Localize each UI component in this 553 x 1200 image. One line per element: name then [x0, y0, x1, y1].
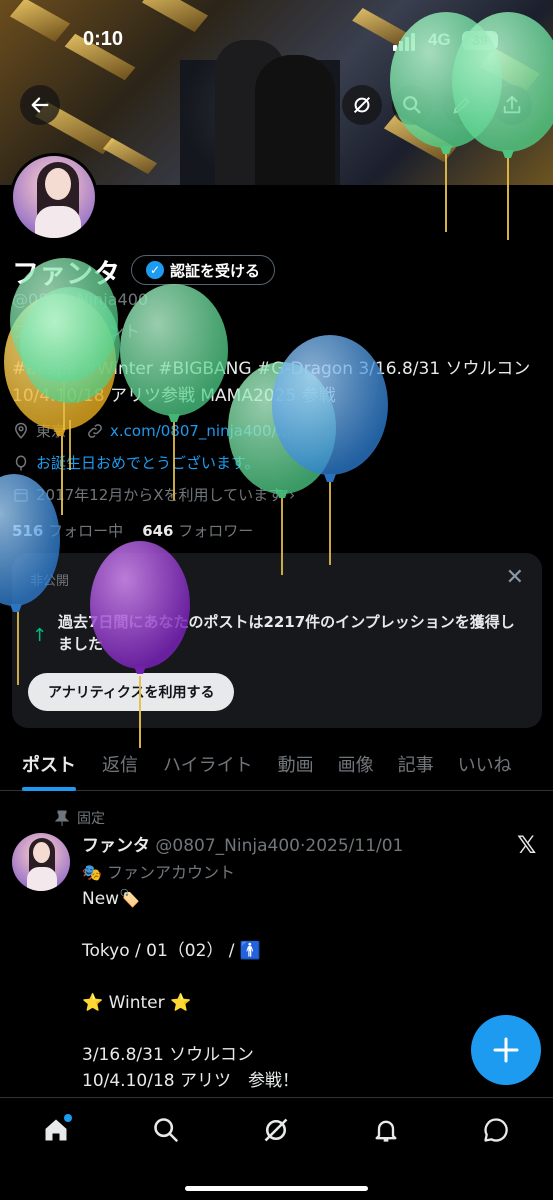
analytics-button[interactable]: アナリティクスを利用する	[28, 673, 235, 711]
arrow-left-icon	[31, 97, 49, 113]
post-account-type: 🎭 ファンアカウント	[82, 863, 236, 882]
location-icon	[14, 422, 28, 439]
bell-icon	[375, 1120, 397, 1142]
plus-icon	[493, 1037, 519, 1063]
share-icon	[503, 95, 521, 114]
birthday-text[interactable]: お誕生日おめでとうございます。	[36, 452, 260, 473]
post-line: ⭐ Winter ⭐	[82, 993, 192, 1013]
followers-count: 646	[142, 522, 174, 540]
profile-bio: #aespa #Winter #BIGBANG #G-Dragon 3/16.8…	[12, 359, 531, 406]
nav-home[interactable]	[38, 1112, 74, 1148]
post-line: 10/4.10/18 アリツ 参戦！	[82, 1071, 299, 1091]
tab-videos[interactable]: 動画	[278, 745, 314, 791]
share-button[interactable]	[492, 85, 532, 125]
pinned-label: 固定	[77, 811, 105, 827]
profile-link[interactable]: x.com/0807_ninja400/...	[110, 422, 291, 440]
impressions-message: 過去7日間にあなたのポストは2217件のインプレッションを獲得しました	[58, 613, 515, 653]
tab-highlights[interactable]: ハイライト	[163, 745, 253, 791]
followers-link[interactable]: 646 フォロワー	[142, 522, 253, 540]
post-line	[82, 964, 462, 990]
profile-meta-row: 東京 x.com/0807_ninja400/...	[12, 420, 291, 441]
home-indicator	[185, 1186, 368, 1191]
post-author-name[interactable]: ファンタ	[82, 836, 150, 856]
tab-posts[interactable]: ポスト	[22, 745, 76, 791]
grok-button[interactable]	[342, 85, 382, 125]
x-logo-icon: 𝕏	[517, 831, 537, 859]
post-author-avatar[interactable]	[12, 833, 70, 891]
profile-avatar[interactable]	[10, 153, 98, 241]
back-button[interactable]	[20, 85, 60, 125]
close-icon[interactable]: ✕	[506, 565, 524, 590]
analytics-card: 非公開 ✕ ↑ 過去7日間にあなたのポストは2217件のインプレッションを獲得し…	[12, 553, 542, 728]
calendar-icon	[14, 488, 28, 502]
post-date: 2025/11/01	[305, 836, 404, 856]
post-line	[82, 912, 462, 938]
post-text[interactable]: New🏷️ Tokyo / 01（02） / 🚹 ⭐ Winter ⭐ 3/16…	[82, 886, 462, 1094]
account-type-label: ファンアカウント	[12, 322, 141, 341]
link-icon	[88, 423, 102, 438]
get-verified-label: 認証を受ける	[170, 261, 261, 280]
pin-icon	[55, 810, 69, 826]
profile-handle: @0807_Ninja400	[12, 290, 149, 309]
tab-articles[interactable]: 記事	[398, 745, 434, 791]
post-line: New🏷️	[82, 889, 141, 909]
message-icon	[484, 1118, 508, 1142]
birthday-row: お誕生日おめでとうございます。	[12, 452, 260, 473]
joined-row[interactable]: 2017年12月からXを利用しています ›	[12, 484, 295, 505]
profile-location: 東京	[36, 422, 67, 440]
post-line	[82, 1016, 462, 1042]
balloon-icon	[15, 455, 27, 470]
tab-images[interactable]: 画像	[338, 745, 374, 791]
profile-name: ファンタ	[12, 259, 120, 290]
tab-replies[interactable]: 返信	[102, 745, 138, 791]
network-type: 4G	[428, 30, 451, 49]
search-icon	[154, 1118, 178, 1142]
search-button[interactable]	[392, 85, 432, 125]
joined-text: 2017年12月からXを利用しています	[36, 486, 284, 504]
post-author-handle: @0807_Ninja400	[155, 836, 300, 856]
grok-icon	[353, 96, 371, 114]
get-verified-button[interactable]: ✓ 認証を受ける	[131, 255, 276, 285]
following-count: 516	[12, 522, 44, 540]
chevron-right-icon: ›	[289, 485, 296, 504]
grok-icon	[264, 1118, 288, 1142]
arrow-up-icon: ↑	[32, 625, 48, 646]
private-label: 非公開	[30, 574, 70, 589]
post-line: Tokyo / 01（02） / 🚹	[82, 941, 262, 961]
edit-button[interactable]	[442, 85, 482, 125]
status-bar: 0:10 4G 39	[0, 28, 553, 56]
signal-icon	[393, 32, 417, 51]
battery-icon: 39	[462, 31, 498, 50]
tab-likes[interactable]: いいね	[458, 745, 512, 791]
post-line: 3/16.8/31 ソウルコン	[82, 1045, 254, 1065]
nav-messages[interactable]	[478, 1112, 514, 1148]
following-label: フォロー中	[48, 522, 124, 540]
profile-tabs: ポスト 返信 ハイライト 動画 画像 記事 いいね	[0, 745, 553, 791]
post-header: ファンタ @0807_Ninja400·2025/11/01	[82, 831, 403, 856]
search-icon	[403, 96, 421, 114]
edit-icon	[453, 97, 470, 114]
bottom-navigation	[0, 1097, 553, 1200]
nav-notifications[interactable]	[368, 1112, 404, 1148]
followers-label: フォロワー	[178, 522, 254, 540]
notification-dot	[64, 1114, 72, 1122]
nav-search[interactable]	[148, 1112, 184, 1148]
status-time: 0:10	[83, 28, 124, 50]
verified-badge-icon: ✓	[146, 261, 164, 279]
nav-grok[interactable]	[258, 1112, 294, 1148]
follow-counts: 516 フォロー中 646 フォロワー	[12, 520, 253, 541]
compose-button[interactable]	[471, 1015, 541, 1085]
following-link[interactable]: 516 フォロー中	[12, 522, 123, 540]
pinned-indicator: 固定	[55, 808, 105, 828]
